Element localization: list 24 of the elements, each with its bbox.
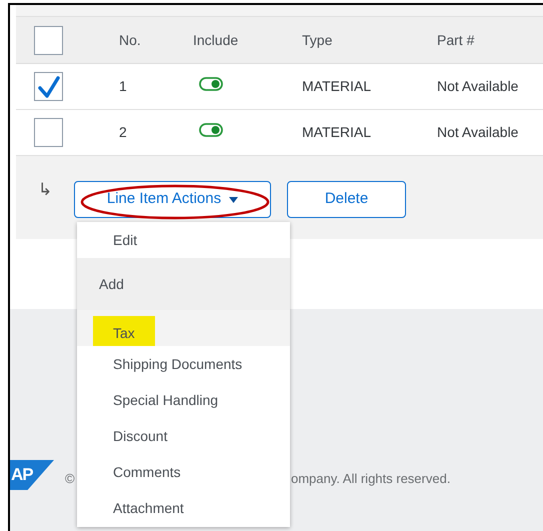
table-cell-text: MATERIAL xyxy=(302,123,371,142)
table-cell-text: MATERIAL xyxy=(302,77,371,96)
checkbox[interactable] xyxy=(34,26,63,54)
column-header: No. xyxy=(119,30,141,50)
menu-button[interactable]: Line Item Actions xyxy=(74,181,271,218)
toggle-switch[interactable] xyxy=(199,122,223,136)
column-header: Include xyxy=(193,30,238,50)
table-cell-text: Not Available xyxy=(437,77,518,96)
table-cell-text: Not Available xyxy=(437,123,518,142)
copyright-text: © xyxy=(65,470,75,488)
table-cell-text: 1 xyxy=(119,77,127,96)
checkbox[interactable] xyxy=(34,72,63,101)
caret-icon xyxy=(229,196,238,202)
logo: AP xyxy=(10,460,54,490)
indent-arrow: ↳ xyxy=(38,179,53,201)
menu-section-header: Add xyxy=(99,274,124,294)
column-header: Type xyxy=(302,30,332,50)
delete-button[interactable]: Delete xyxy=(287,181,406,218)
table-cell-text: 2 xyxy=(119,123,127,142)
copyright-text: ompany. All rights reserved. xyxy=(291,470,450,488)
checkbox[interactable] xyxy=(34,118,63,147)
toggle-switch[interactable] xyxy=(199,76,223,90)
column-header: Part # xyxy=(437,30,474,50)
check-icon xyxy=(36,74,60,98)
